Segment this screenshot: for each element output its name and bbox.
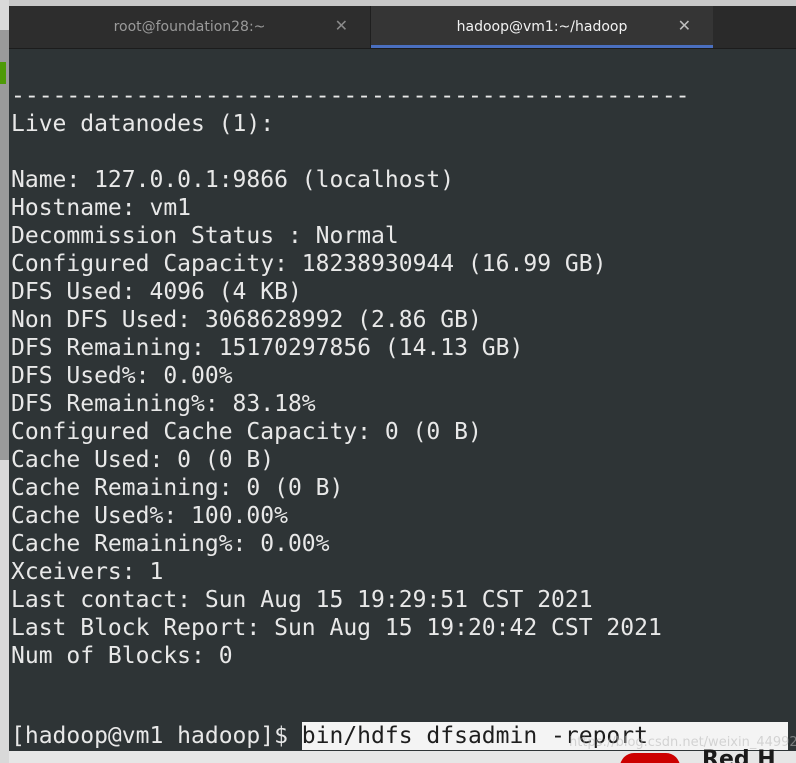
terminal-output[interactable]: ----------------------------------------… [9, 49, 796, 763]
terminal-line: Cache Used%: 100.00% [11, 503, 288, 529]
watermark-text: https://blog.csdn.net/weixin_44992230 [569, 735, 796, 750]
redhat-hat-icon [620, 753, 680, 763]
redhat-logo: Red H [620, 749, 796, 763]
redhat-logo-text: Red H [702, 749, 776, 763]
terminal-line: Cache Remaining%: 0.00% [11, 531, 330, 557]
terminal-line: Decommission Status : Normal [11, 223, 399, 249]
terminal-line: DFS Remaining: 15170297856 (14.13 GB) [11, 335, 524, 361]
terminal-line: DFS Used: 4096 (4 KB) [11, 279, 302, 305]
tab-label: hadoop@vm1:~/hadoop [456, 19, 628, 35]
close-icon[interactable]: ✕ [678, 16, 691, 36]
terminal-line: Configured Cache Capacity: 0 (0 B) [11, 419, 482, 445]
terminal-line: Name: 127.0.0.1:9866 (localhost) [11, 167, 455, 193]
desktop-left-strip [0, 0, 9, 763]
terminal-tab-bar: root@foundation28:~ ✕ hadoop@vm1:~/hadoo… [9, 6, 796, 49]
terminal-line: Last Block Report: Sun Aug 15 19:20:42 C… [11, 615, 662, 641]
terminal-line: ----------------------------------------… [11, 83, 690, 109]
terminal-line: DFS Used%: 0.00% [11, 363, 233, 389]
tab-hadoop-vm1[interactable]: hadoop@vm1:~/hadoop ✕ [371, 6, 713, 48]
terminal-line: Hostname: vm1 [11, 195, 192, 221]
background-window-edge [0, 30, 9, 460]
terminal-line: Num of Blocks: 0 [11, 643, 233, 669]
terminal-line: Non DFS Used: 3068628992 (2.86 GB) [11, 307, 482, 333]
tab-root-foundation28[interactable]: root@foundation28:~ ✕ [9, 6, 371, 48]
terminal-line: Live datanodes (1): [11, 111, 275, 137]
background-window-accent [0, 62, 6, 84]
terminal-line: Last contact: Sun Aug 15 19:29:51 CST 20… [11, 587, 593, 613]
terminal-line: Cache Remaining: 0 (0 B) [11, 475, 344, 501]
terminal-line: Configured Capacity: 18238930944 (16.99 … [11, 251, 607, 277]
shell-prompt: [hadoop@vm1 hadoop]$ [11, 723, 302, 749]
tab-label: root@foundation28:~ [113, 19, 266, 35]
tab-bar-empty-area [713, 6, 796, 48]
terminal-line: DFS Remaining%: 83.18% [11, 391, 316, 417]
close-icon[interactable]: ✕ [335, 16, 348, 36]
terminal-lines: ----------------------------------------… [11, 82, 690, 670]
terminal-line: Xceivers: 1 [11, 559, 164, 585]
screen: root@foundation28:~ ✕ hadoop@vm1:~/hadoo… [0, 0, 796, 763]
terminal-line: Cache Used: 0 (0 B) [11, 447, 275, 473]
